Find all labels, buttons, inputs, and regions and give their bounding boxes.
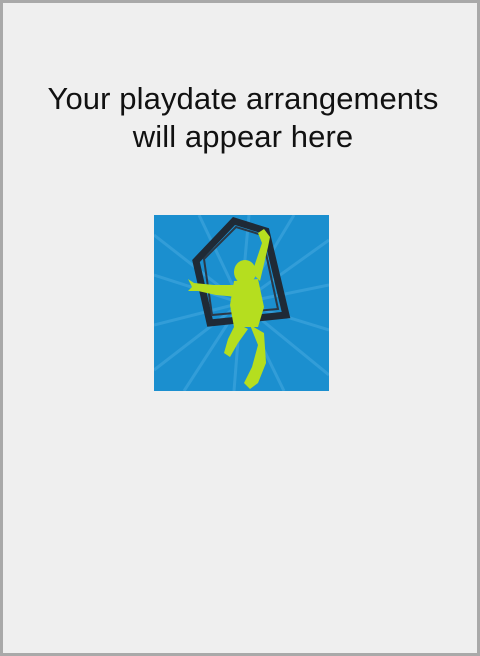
empty-state-message-line-2: will appear here bbox=[132, 119, 354, 154]
empty-state: Your playdate arrangements will appear h… bbox=[3, 80, 480, 156]
app-screen: Your playdate arrangements will appear h… bbox=[0, 0, 480, 656]
kid-jumping-house-logo-icon bbox=[154, 215, 329, 391]
empty-state-message-line-1: Your playdate arrangements bbox=[47, 81, 439, 116]
empty-state-message: Your playdate arrangements will appear h… bbox=[23, 80, 463, 156]
